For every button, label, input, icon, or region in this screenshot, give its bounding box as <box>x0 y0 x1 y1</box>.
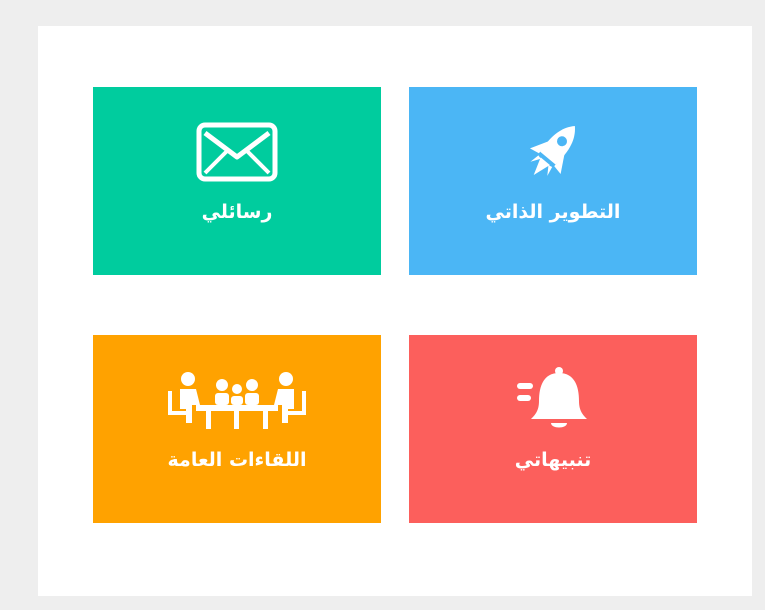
tile-self-development[interactable]: التطوير الذاتي <box>409 87 697 275</box>
bell-icon <box>409 365 697 435</box>
envelope-icon <box>93 117 381 187</box>
rocket-icon <box>409 117 697 187</box>
tile-public-meetings[interactable]: اللقاءات العامة <box>93 335 381 523</box>
tile-self-development-label: التطوير الذاتي <box>485 201 621 223</box>
tile-notifications[interactable]: تنبيهاتي <box>409 335 697 523</box>
tile-messages-label: رسائلي <box>201 201 273 223</box>
dashboard-panel: التطوير الذاتي رسائلي تنبيهاتي اللقاءات … <box>38 26 752 596</box>
tile-public-meetings-label: اللقاءات العامة <box>167 449 307 471</box>
tile-messages[interactable]: رسائلي <box>93 87 381 275</box>
meeting-icon <box>93 365 381 435</box>
tile-notifications-label: تنبيهاتي <box>514 449 592 471</box>
